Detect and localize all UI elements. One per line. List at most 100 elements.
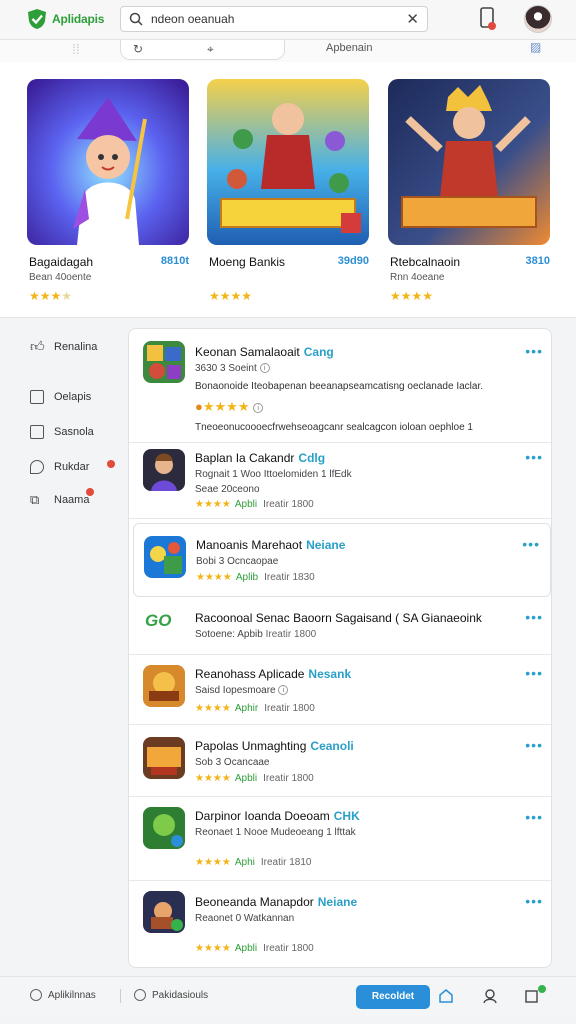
primary-action-button[interactable]: Recoldet bbox=[356, 985, 430, 1009]
sidebar-item-label: Rukdar bbox=[54, 461, 90, 473]
featured-title: Bagaidagah bbox=[29, 255, 94, 269]
list-item[interactable]: Manoanis Marehaot Neiane Bobi 3 Ocncaopae… bbox=[133, 523, 551, 597]
notification-badge bbox=[538, 985, 546, 993]
app-tag: Ceanoli bbox=[310, 739, 354, 753]
image-icon[interactable]: ▨ bbox=[530, 40, 541, 54]
game-art bbox=[27, 79, 189, 245]
star-rating: ★★★★ bbox=[29, 289, 73, 303]
app-meta: Sotoene: Apbib Ireatir 1800 bbox=[195, 629, 317, 640]
app-meta: Saisd Iopesmoare i bbox=[195, 685, 289, 696]
avatar[interactable] bbox=[524, 5, 552, 33]
star-rating: ★★★★ Apbli Ireatir 1800 bbox=[195, 773, 314, 784]
grid-icon[interactable]: ⁞⁞ bbox=[72, 41, 80, 57]
thumbs-up-icon: 👍︎ bbox=[30, 338, 45, 354]
phone-icon[interactable] bbox=[478, 6, 498, 32]
sidebar-item-rukdar[interactable]: Rukdar bbox=[30, 460, 89, 474]
app-meta: Rognait 1 Woo Ittoelomiden 1 lfEdk bbox=[195, 469, 352, 480]
app-name: Aplidapis bbox=[52, 12, 105, 26]
location-icon[interactable]: ⌖ bbox=[207, 42, 214, 57]
more-options-icon[interactable]: ••• bbox=[525, 609, 543, 625]
sidebar-item-label: Sasnola bbox=[54, 426, 94, 438]
more-options-icon[interactable]: ••• bbox=[525, 343, 543, 359]
app-tag: Nesank bbox=[308, 667, 352, 681]
list-item[interactable]: GO Racoonoal Senac Baoorn Sagaisand ( SA… bbox=[129, 601, 551, 655]
list-item[interactable]: Papolas Unmaghting Ceanoli Sob 3 Ocancaae… bbox=[129, 725, 551, 797]
more-options-icon[interactable]: ••• bbox=[525, 449, 543, 465]
more-options-icon[interactable]: ••• bbox=[525, 893, 543, 909]
app-icon bbox=[143, 891, 185, 933]
list-item[interactable]: Beoneanda Manapdor Neiane Reaonet 0 Watka… bbox=[129, 881, 551, 967]
search-bar[interactable]: ndeon oeanuah ✕ bbox=[120, 6, 428, 32]
sidebar-item-label: Renalina bbox=[54, 340, 98, 353]
app-icon bbox=[143, 807, 185, 849]
sidebar-item-label: Naama bbox=[54, 494, 90, 506]
more-options-icon[interactable]: ••• bbox=[525, 665, 543, 681]
sidebar-item-naama[interactable]: ⧉ Naama bbox=[30, 492, 89, 508]
app-icon bbox=[143, 737, 185, 779]
bottom-link-label: Aplikilnnas bbox=[48, 989, 96, 1001]
featured-card[interactable]: Rtebcalnaoin 3810 Rnn 4oeane ★★★★ bbox=[388, 79, 552, 303]
star-rating: ★★★★ bbox=[390, 289, 434, 303]
notification-badge bbox=[107, 460, 115, 468]
app-title: Baplan Ia Cakandr Cdlg bbox=[195, 451, 326, 465]
divider bbox=[120, 989, 121, 1003]
app-title: Darpinor Ioanda Doeoam CHK bbox=[195, 809, 360, 823]
star-rating: ★★★★ Aphir Ireatir 1800 bbox=[195, 703, 315, 714]
more-options-icon[interactable]: ••• bbox=[525, 809, 543, 825]
home-icon[interactable] bbox=[438, 988, 454, 1004]
app-tag: CHK bbox=[333, 809, 360, 823]
list-item[interactable]: Darpinor Ioanda Doeoam CHK Reonaet 1 Nooe… bbox=[129, 797, 551, 881]
notification-badge bbox=[86, 488, 94, 496]
app-icon bbox=[144, 536, 186, 578]
app-tag: Cang bbox=[303, 345, 334, 359]
app-title: Racoonoal Senac Baoorn Sagaisand ( SA Gi… bbox=[195, 611, 482, 625]
sidebar-item-renalina[interactable]: 👍︎ Renalina bbox=[30, 338, 97, 355]
featured-section: Bagaidagah 8810t Bean 40oente ★★★★ Moeng… bbox=[0, 62, 576, 318]
sidebar-item-oelapis[interactable]: Oelapis bbox=[30, 390, 91, 404]
search-input[interactable]: ndeon oeanuah bbox=[151, 12, 406, 26]
app-logo[interactable]: Aplidapis bbox=[26, 8, 104, 30]
star-rating: ★★★★ bbox=[209, 289, 253, 303]
close-icon[interactable]: ✕ bbox=[406, 10, 419, 28]
app-title: Manoanis Marehaot Neiane bbox=[196, 538, 346, 552]
more-options-icon[interactable]: ••• bbox=[522, 536, 540, 552]
app-icon bbox=[143, 665, 185, 707]
bottom-link-apps[interactable]: Aplikilnnas bbox=[30, 989, 96, 1001]
app-list: Keonan Samalaoait Cang 3630 3 Soeint i Bo… bbox=[128, 328, 552, 968]
top-bar: Aplidapis ndeon oeanuah ✕ bbox=[0, 0, 576, 40]
app-meta-secondary: Seae 20ceono bbox=[195, 484, 260, 495]
bottom-link-settings[interactable]: Pakidasiouls bbox=[134, 989, 208, 1001]
app-meta: 3630 3 Soeint i bbox=[195, 363, 270, 374]
app-title: Reanohass Aplicade Nesank bbox=[195, 667, 352, 681]
refresh-icon[interactable]: ↻ bbox=[133, 42, 143, 56]
list-item[interactable]: Baplan Ia Cakandr Cdlg Rognait 1 Woo Itto… bbox=[129, 443, 551, 519]
app-icon bbox=[143, 449, 185, 491]
star-rating: ★★★★ Apbli Ireatir 1800 bbox=[195, 943, 314, 954]
featured-card[interactable]: Moeng Bankis 39d90 ★★★★ bbox=[207, 79, 371, 303]
square-icon bbox=[30, 425, 44, 439]
star-rating: ●★★★★ i bbox=[195, 399, 264, 415]
toolbar-label[interactable]: Apbenain bbox=[326, 42, 373, 54]
user-icon[interactable] bbox=[482, 988, 498, 1004]
app-title: Papolas Unmaghting Ceanoli bbox=[195, 739, 354, 753]
featured-price: 3810 bbox=[525, 255, 550, 267]
shield-check-icon bbox=[28, 9, 46, 29]
app-meta: Reonaet 1 Nooe Mudeoeang 1 lfttak bbox=[195, 827, 356, 838]
more-options-icon[interactable]: ••• bbox=[525, 737, 543, 753]
star-rating: ★★★★ Aphi Ireatir 1810 bbox=[195, 857, 312, 868]
app-title: Keonan Samalaoait Cang bbox=[195, 345, 334, 359]
app-description-secondary: Tneoeonucoooecfrwehseoagcanr sealcagcon … bbox=[195, 422, 473, 433]
app-tag: Neiane bbox=[306, 538, 346, 552]
sidebar-item-sasnola[interactable]: Sasnola bbox=[30, 425, 94, 439]
app-tag: Cdlg bbox=[298, 451, 326, 465]
list-item[interactable]: Reanohass Aplicade Nesank Saisd Iopesmoar… bbox=[129, 655, 551, 725]
app-title: Beoneanda Manapdor Neiane bbox=[195, 895, 358, 909]
info-icon: i bbox=[259, 363, 270, 374]
app-icon bbox=[143, 341, 185, 383]
featured-title: Rtebcalnaoin bbox=[390, 255, 461, 269]
list-item[interactable]: Keonan Samalaoait Cang 3630 3 Soeint i Bo… bbox=[129, 329, 551, 443]
search-icon bbox=[129, 12, 143, 26]
featured-card[interactable]: Bagaidagah 8810t Bean 40oente ★★★★ bbox=[27, 79, 191, 303]
sidebar-item-label: Oelapis bbox=[54, 391, 92, 403]
app-meta: Reaonet 0 Watkannan bbox=[195, 913, 295, 924]
